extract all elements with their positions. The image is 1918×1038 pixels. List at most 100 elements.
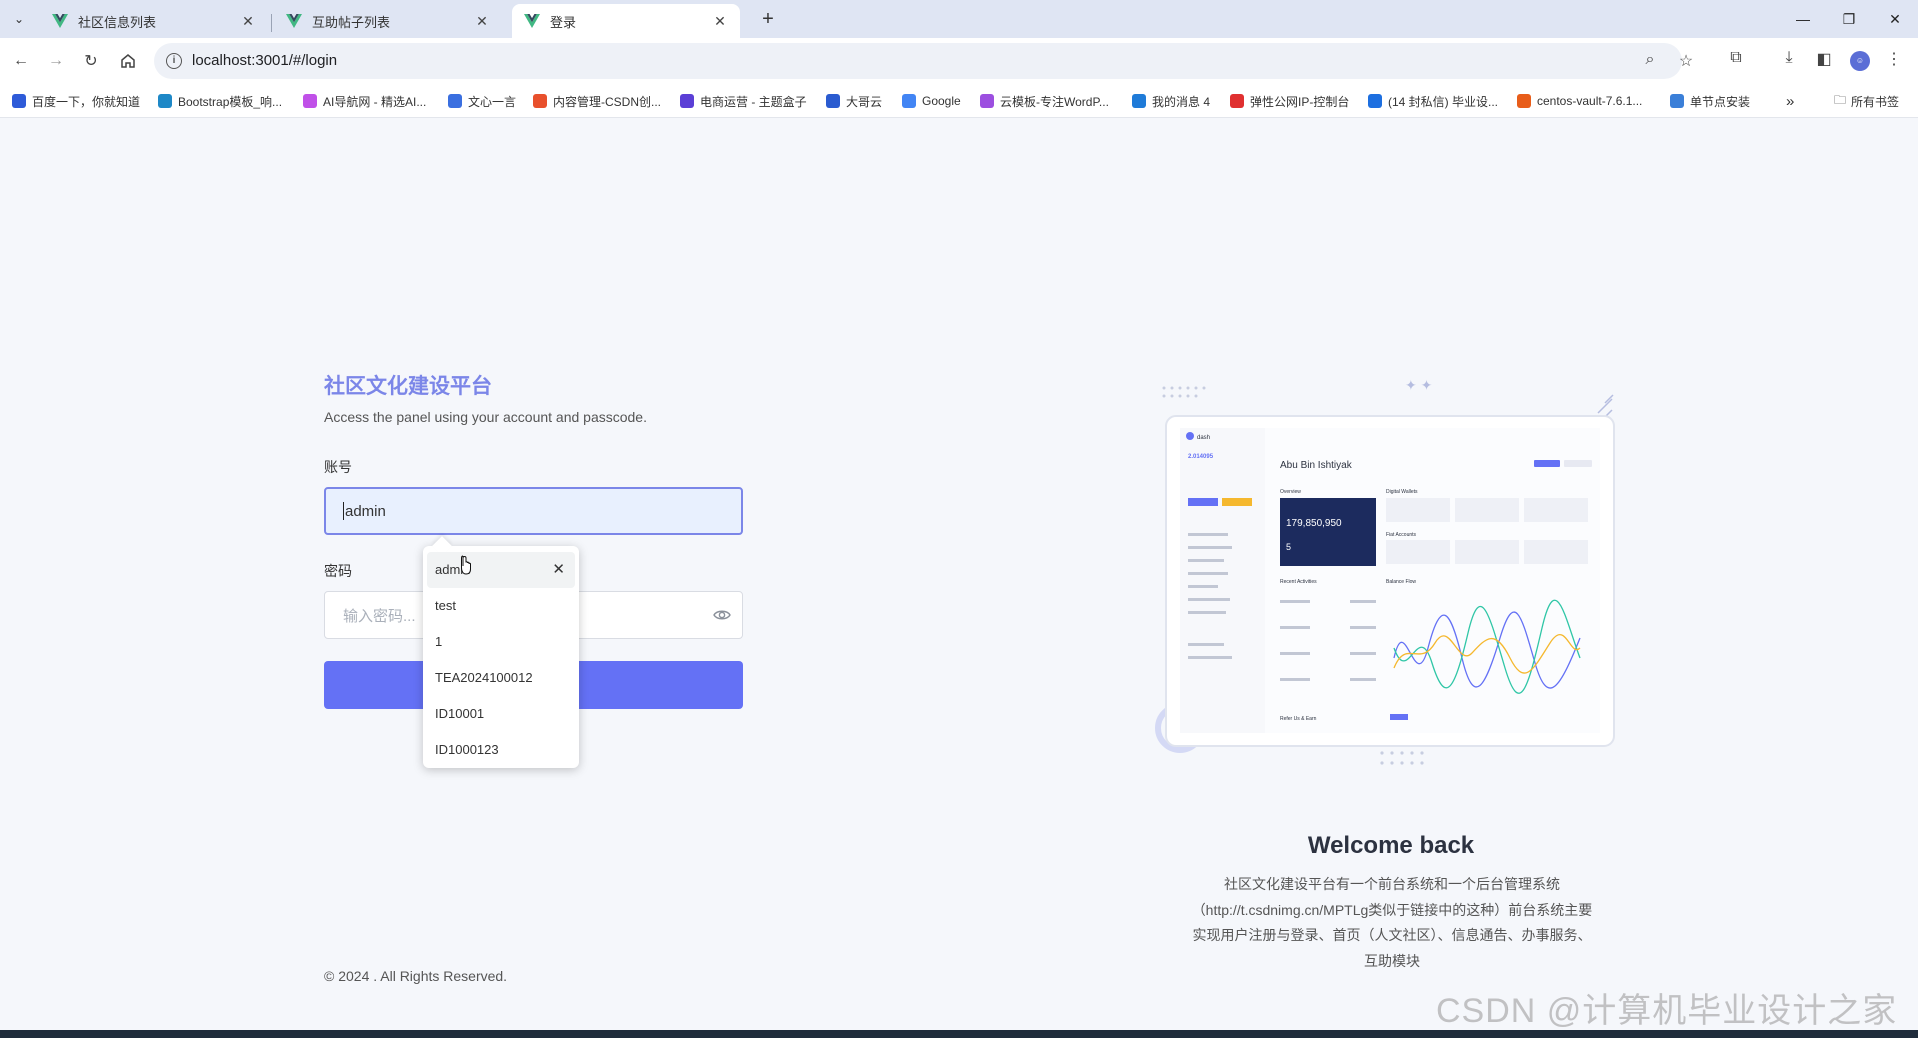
bookmark-item[interactable]: (14 封私信) 毕业设... <box>1368 92 1498 110</box>
extensions-icon[interactable]: ⧉ <box>1724 49 1748 73</box>
bookmark-favicon-icon <box>303 94 317 108</box>
copyright-text: © 2024 . All Rights Reserved. <box>324 968 508 984</box>
profile-avatar[interactable]: ☺ <box>1850 51 1870 71</box>
bookmark-item[interactable]: centos-vault-7.6.1... <box>1517 92 1642 110</box>
bookmark-item[interactable]: 大哥云 <box>826 92 882 110</box>
tab-help-posts[interactable]: 互助帖子列表 ✕ <box>274 4 502 38</box>
bookmark-favicon-icon <box>1670 94 1684 108</box>
home-icon <box>121 54 135 68</box>
svg-text:Refer Us & Earn: Refer Us & Earn <box>1280 716 1317 722</box>
dashboard-illustration: ✦ ✦ dash 2.014095 Abu Bin Ishtiyak Overv… <box>1155 377 1615 765</box>
bookmark-favicon-icon <box>680 94 694 108</box>
vue-logo-icon <box>524 14 540 28</box>
bookmark-favicon-icon <box>1132 94 1146 108</box>
reload-button[interactable]: ↻ <box>79 49 103 73</box>
illus-sidebar-balance: 2.014095 <box>1188 454 1214 460</box>
svg-text:Recent Activities: Recent Activities <box>1280 579 1317 585</box>
bookmark-item[interactable]: Google <box>902 92 961 110</box>
forward-button[interactable]: → <box>44 49 68 73</box>
csdn-watermark: CSDN @计算机毕业设计之家 <box>1436 992 1898 1030</box>
illus-logo: dash <box>1197 435 1210 441</box>
bookmark-item[interactable]: 百度一下，你就知道 <box>12 92 140 110</box>
bookmark-item[interactable]: 内容管理-CSDN创... <box>533 92 661 110</box>
eye-icon[interactable] <box>712 605 732 625</box>
password-label: 密码 <box>324 563 352 579</box>
url-text: localhost:3001/#/login <box>192 52 338 69</box>
svg-text:Balance Flow: Balance Flow <box>1386 579 1416 585</box>
home-button[interactable] <box>116 49 140 73</box>
tab-title: 登录 <box>550 14 577 30</box>
bookmark-item[interactable]: Bootstrap模板_响... <box>158 92 282 110</box>
svg-text:Overview: Overview <box>1280 489 1301 495</box>
bookmark-item[interactable]: 弹性公网IP-控制台 <box>1230 92 1349 110</box>
bookmark-favicon-icon <box>1517 94 1531 108</box>
autofill-item[interactable]: 1 <box>423 624 579 660</box>
tab-search-dropdown-icon[interactable]: ⌄ <box>8 8 30 30</box>
account-input[interactable]: admin <box>324 487 743 535</box>
bookmark-item[interactable]: AI导航网 - 精选AI... <box>303 92 426 110</box>
back-button[interactable]: ← <box>9 49 33 73</box>
text-caret <box>343 502 344 520</box>
password-placeholder: 输入密码... <box>343 607 416 625</box>
autofill-dropdown: admin ✕ test 1 TEA2024100012 ID10001 ID1… <box>423 536 579 768</box>
bookmarks-bar: 百度一下，你就知道 Bootstrap模板_响... AI导航网 - 精选AI...… <box>0 84 1918 118</box>
remove-entry-icon[interactable]: ✕ <box>552 552 565 588</box>
svg-text:Fiat Accounts: Fiat Accounts <box>1386 532 1417 538</box>
browser-toolbar: ← → ↻ i localhost:3001/#/login ⌕ ☆ ⧉ ⤓ ◧… <box>0 38 1918 84</box>
sparkle-icon: ✦ ✦ <box>1405 377 1433 393</box>
vue-logo-icon <box>52 14 68 28</box>
tab-community-info[interactable]: 社区信息列表 ✕ <box>40 4 268 38</box>
illus-wallet-count: 5 <box>1286 542 1291 552</box>
bookmark-favicon-icon <box>533 94 547 108</box>
svg-text:Digital Wallets: Digital Wallets <box>1386 489 1418 495</box>
site-info-icon[interactable]: i <box>166 53 182 69</box>
bookmark-item[interactable]: 云模板-专注WordP... <box>980 92 1109 110</box>
tab-title: 社区信息列表 <box>78 14 157 30</box>
autofill-item[interactable]: ID10001 <box>423 696 579 732</box>
bookmark-item[interactable]: 我的消息 4 <box>1132 92 1210 110</box>
bookmark-star-icon[interactable]: ☆ <box>1676 51 1696 71</box>
autofill-item[interactable]: admin ✕ <box>427 552 575 588</box>
account-label: 账号 <box>324 459 352 475</box>
minimize-button[interactable]: — <box>1780 0 1826 38</box>
browser-tab-strip: ⌄ 社区信息列表 ✕ 互助帖子列表 ✕ 登录 ✕ + — ❐ ✕ <box>0 0 1918 38</box>
address-bar[interactable]: i localhost:3001/#/login ⌕ ☆ <box>154 43 1693 79</box>
bookmark-item[interactable]: 文心一言 <box>448 92 516 110</box>
taskbar <box>0 1030 1918 1038</box>
bookmark-favicon-icon <box>1368 94 1382 108</box>
illus-balance: 179,850,950 <box>1286 518 1342 529</box>
brand-title: 社区文化建设平台 <box>324 375 492 398</box>
login-page: 社区文化建设平台 Access the panel using your acc… <box>0 118 1918 1030</box>
side-panel-icon[interactable]: ◧ <box>1812 49 1836 73</box>
more-bookmarks-button[interactable]: » <box>1786 92 1794 110</box>
tab-login[interactable]: 登录 ✕ <box>512 4 740 38</box>
welcome-title: Welcome back <box>1307 832 1475 859</box>
close-icon[interactable]: ✕ <box>474 13 490 30</box>
bookmark-favicon-icon <box>158 94 172 108</box>
close-icon[interactable]: ✕ <box>712 13 728 30</box>
download-icon[interactable]: ⤓ <box>1777 49 1801 73</box>
autofill-item[interactable]: test <box>423 588 579 624</box>
autofill-item[interactable]: ID1000123 <box>423 732 579 768</box>
bookmark-favicon-icon <box>980 94 994 108</box>
autofill-item[interactable]: TEA2024100012 <box>423 660 579 696</box>
bookmark-favicon-icon <box>902 94 916 108</box>
window-close-button[interactable]: ✕ <box>1872 0 1918 38</box>
menu-icon[interactable]: ⋮ <box>1882 49 1906 73</box>
bookmark-favicon-icon <box>826 94 840 108</box>
mouse-cursor-icon <box>461 555 471 575</box>
close-icon[interactable]: ✕ <box>240 13 256 30</box>
bookmark-favicon-icon <box>1230 94 1244 108</box>
welcome-description: 社区文化建设平台有一个前台系统和一个后台管理系统（http://t.csdnim… <box>1191 876 1593 969</box>
all-bookmarks-button[interactable]: 🗀 所有书签 <box>1834 92 1899 110</box>
bookmark-favicon-icon <box>12 94 26 108</box>
bookmark-item[interactable]: 电商运营 - 主题盒子 <box>680 92 807 110</box>
bookmark-item[interactable]: 单节点安装 <box>1670 92 1750 110</box>
login-subtitle: Access the panel using your account and … <box>324 409 647 425</box>
restore-button[interactable]: ❐ <box>1826 0 1872 38</box>
new-tab-button[interactable]: + <box>756 8 780 32</box>
illus-user-name: Abu Bin Ishtiyak <box>1280 460 1353 471</box>
tab-divider <box>271 14 272 32</box>
account-value: admin <box>345 502 386 520</box>
zoom-icon[interactable]: ⌕ <box>1640 51 1660 71</box>
